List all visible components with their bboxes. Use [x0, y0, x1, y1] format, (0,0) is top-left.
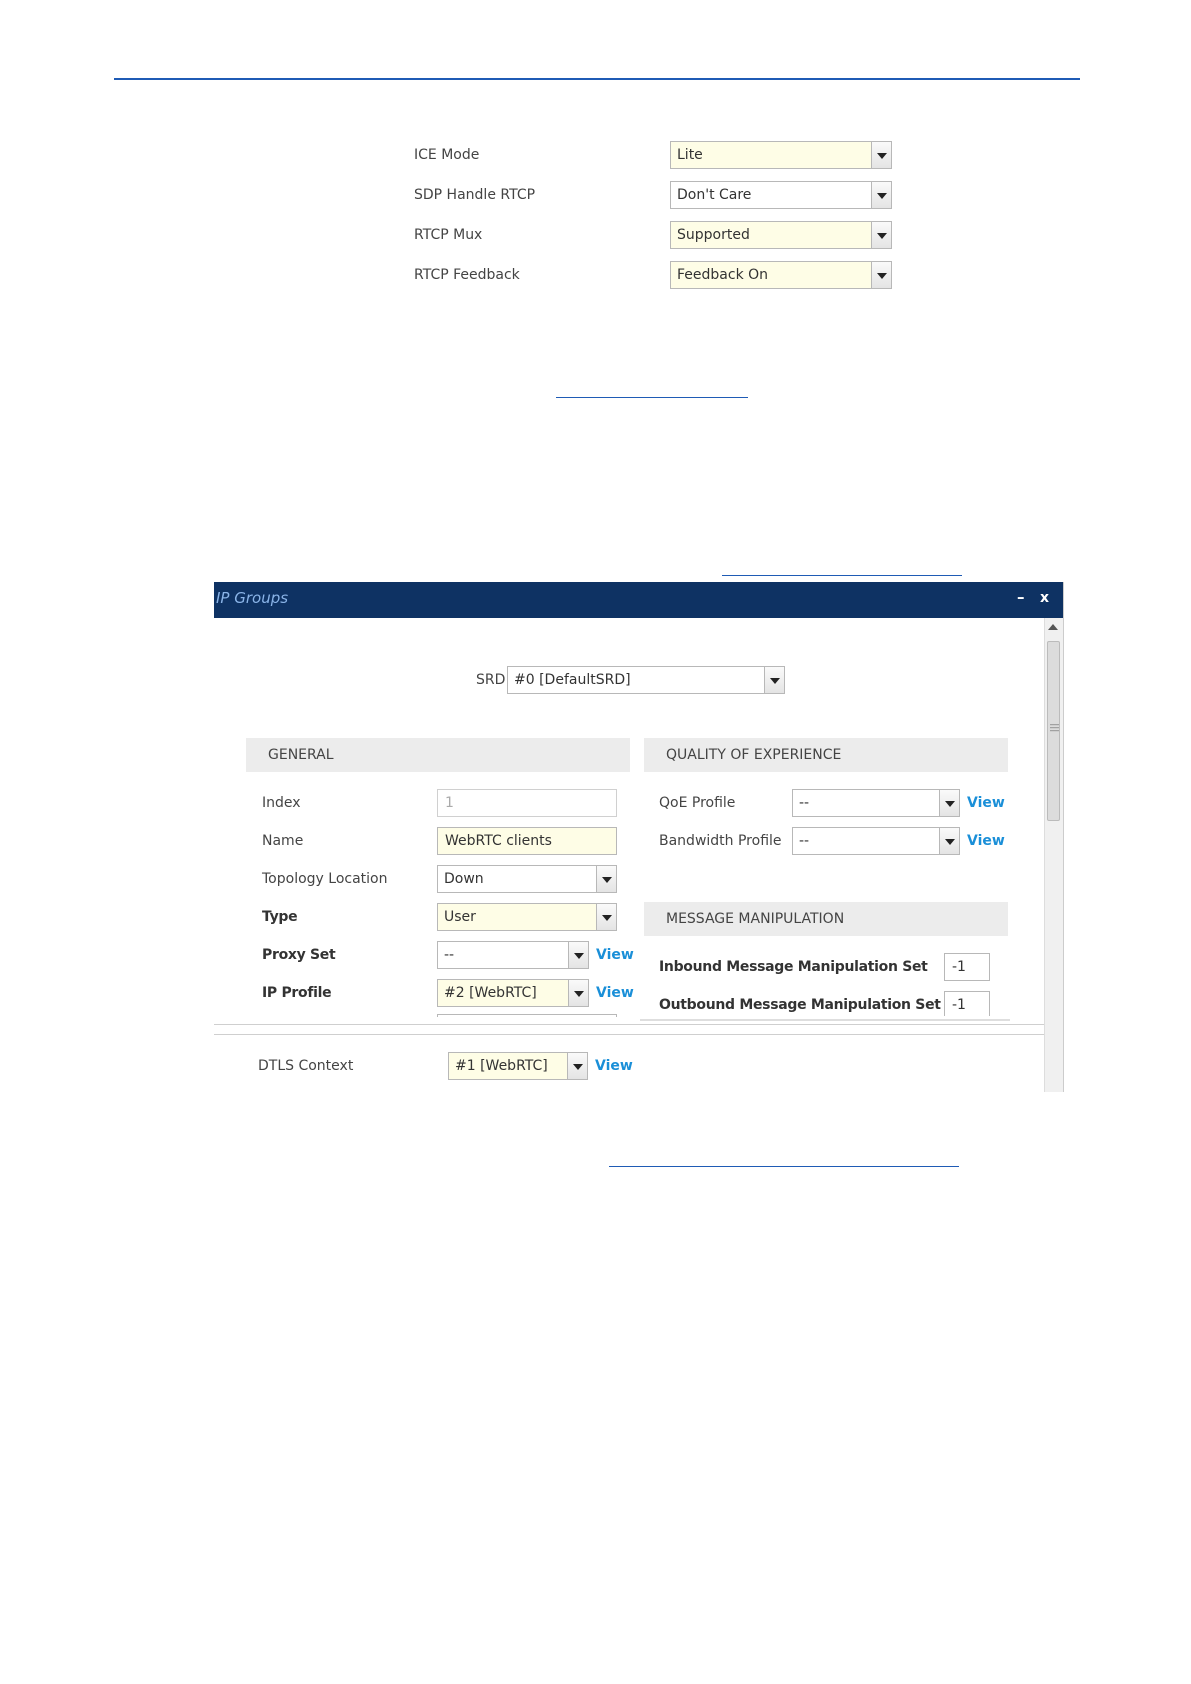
sdp-handle-rtcp-value: Don't Care: [677, 187, 752, 203]
rtcp-feedback-label: RTCP Feedback: [414, 267, 520, 283]
srd-label: SRD: [476, 672, 506, 688]
ip-groups-dialog: IP Groups – x ― ― ― SRD #0 [DefaultSRD] GE…: [214, 582, 1064, 1092]
ice-mode-label: ICE Mode: [414, 147, 480, 163]
link-underline[interactable]: [609, 1166, 959, 1167]
chevron-down-icon[interactable]: [568, 980, 588, 1006]
ip-profile-label: IP Profile: [262, 985, 332, 1001]
qoe-profile-view-link[interactable]: View: [967, 795, 1005, 811]
scroll-up-icon[interactable]: [1048, 624, 1058, 630]
dtls-context-value: #1 [WebRTC]: [455, 1058, 548, 1074]
ip-profile-view-link[interactable]: View: [596, 985, 634, 1001]
outbound-manipulation-field[interactable]: -1: [944, 991, 990, 1019]
hidden-row-edge: [640, 1019, 1010, 1021]
dtls-context-select[interactable]: #1 [WebRTC]: [448, 1052, 588, 1080]
outbound-manipulation-label: Outbound Message Manipulation Set: [659, 997, 941, 1013]
close-button[interactable]: x: [1040, 590, 1049, 606]
topology-location-value: Down: [444, 871, 484, 887]
qoe-section-header: QUALITY OF EXPERIENCE: [644, 738, 1008, 772]
qoe-profile-label: QoE Profile: [659, 795, 736, 811]
proxy-set-label: Proxy Set: [262, 947, 336, 963]
chevron-down-icon[interactable]: [939, 828, 959, 854]
minimize-button[interactable]: –: [1017, 588, 1025, 606]
type-select[interactable]: User: [437, 903, 617, 931]
link-underline[interactable]: [722, 575, 962, 576]
rtcp-mux-select[interactable]: Supported: [670, 221, 892, 249]
chevron-down-icon[interactable]: [871, 142, 891, 168]
ip-profile-select[interactable]: #2 [WebRTC]: [437, 979, 589, 1007]
bandwidth-profile-value: --: [799, 833, 810, 849]
chevron-down-icon[interactable]: [568, 942, 588, 968]
index-field[interactable]: 1: [437, 789, 617, 817]
dtls-context-view-link[interactable]: View: [595, 1058, 633, 1074]
inbound-manipulation-label: Inbound Message Manipulation Set: [659, 959, 928, 975]
cut-region: [214, 1016, 1044, 1028]
header-rule: [114, 78, 1080, 80]
srd-select[interactable]: #0 [DefaultSRD]: [507, 666, 785, 694]
sdp-handle-rtcp-select[interactable]: Don't Care: [670, 181, 892, 209]
name-field[interactable]: WebRTC clients: [437, 827, 617, 855]
ice-mode-select[interactable]: Lite: [670, 141, 892, 169]
hidden-select-edge: [437, 1014, 617, 1017]
name-label: Name: [262, 833, 304, 849]
dialog-title: IP Groups: [216, 589, 289, 607]
qoe-profile-select[interactable]: --: [792, 789, 960, 817]
proxy-set-select[interactable]: --: [437, 941, 589, 969]
chevron-down-icon[interactable]: [596, 866, 616, 892]
dtls-context-label: DTLS Context: [258, 1058, 354, 1074]
ice-mode-value: Lite: [677, 147, 703, 163]
grip-icon: ― ― ―: [1050, 720, 1059, 736]
bandwidth-profile-label: Bandwidth Profile: [659, 833, 782, 849]
ip-profile-value: #2 [WebRTC]: [444, 985, 537, 1001]
cut-line-bottom: [214, 1034, 1044, 1035]
rtcp-mux-label: RTCP Mux: [414, 227, 483, 243]
link-underline[interactable]: [556, 397, 748, 398]
topology-location-label: Topology Location: [262, 871, 388, 887]
proxy-set-value: --: [444, 947, 455, 963]
chevron-down-icon[interactable]: [939, 790, 959, 816]
chevron-down-icon[interactable]: [871, 222, 891, 248]
qoe-profile-value: --: [799, 795, 810, 811]
cut-line-top: [214, 1024, 1044, 1025]
topology-location-select[interactable]: Down: [437, 865, 617, 893]
chevron-down-icon[interactable]: [871, 262, 891, 288]
rtcp-feedback-select[interactable]: Feedback On: [670, 261, 892, 289]
type-label: Type: [262, 909, 298, 925]
chevron-down-icon[interactable]: [764, 667, 784, 693]
message-manipulation-section-header: MESSAGE MANIPULATION: [644, 902, 1008, 936]
bandwidth-profile-select[interactable]: --: [792, 827, 960, 855]
inbound-manipulation-field[interactable]: -1: [944, 953, 990, 981]
chevron-down-icon[interactable]: [596, 904, 616, 930]
chevron-down-icon[interactable]: [567, 1053, 587, 1079]
rtcp-mux-value: Supported: [677, 227, 750, 243]
rtcp-feedback-value: Feedback On: [677, 267, 769, 283]
general-section-header: GENERAL: [246, 738, 630, 772]
type-value: User: [444, 909, 476, 925]
proxy-set-view-link[interactable]: View: [596, 947, 634, 963]
chevron-down-icon[interactable]: [871, 182, 891, 208]
bandwidth-profile-view-link[interactable]: View: [967, 833, 1005, 849]
dialog-titlebar: [214, 582, 1063, 618]
srd-value: #0 [DefaultSRD]: [514, 672, 631, 688]
index-label: Index: [262, 795, 301, 811]
sdp-handle-rtcp-label: SDP Handle RTCP: [414, 187, 536, 203]
